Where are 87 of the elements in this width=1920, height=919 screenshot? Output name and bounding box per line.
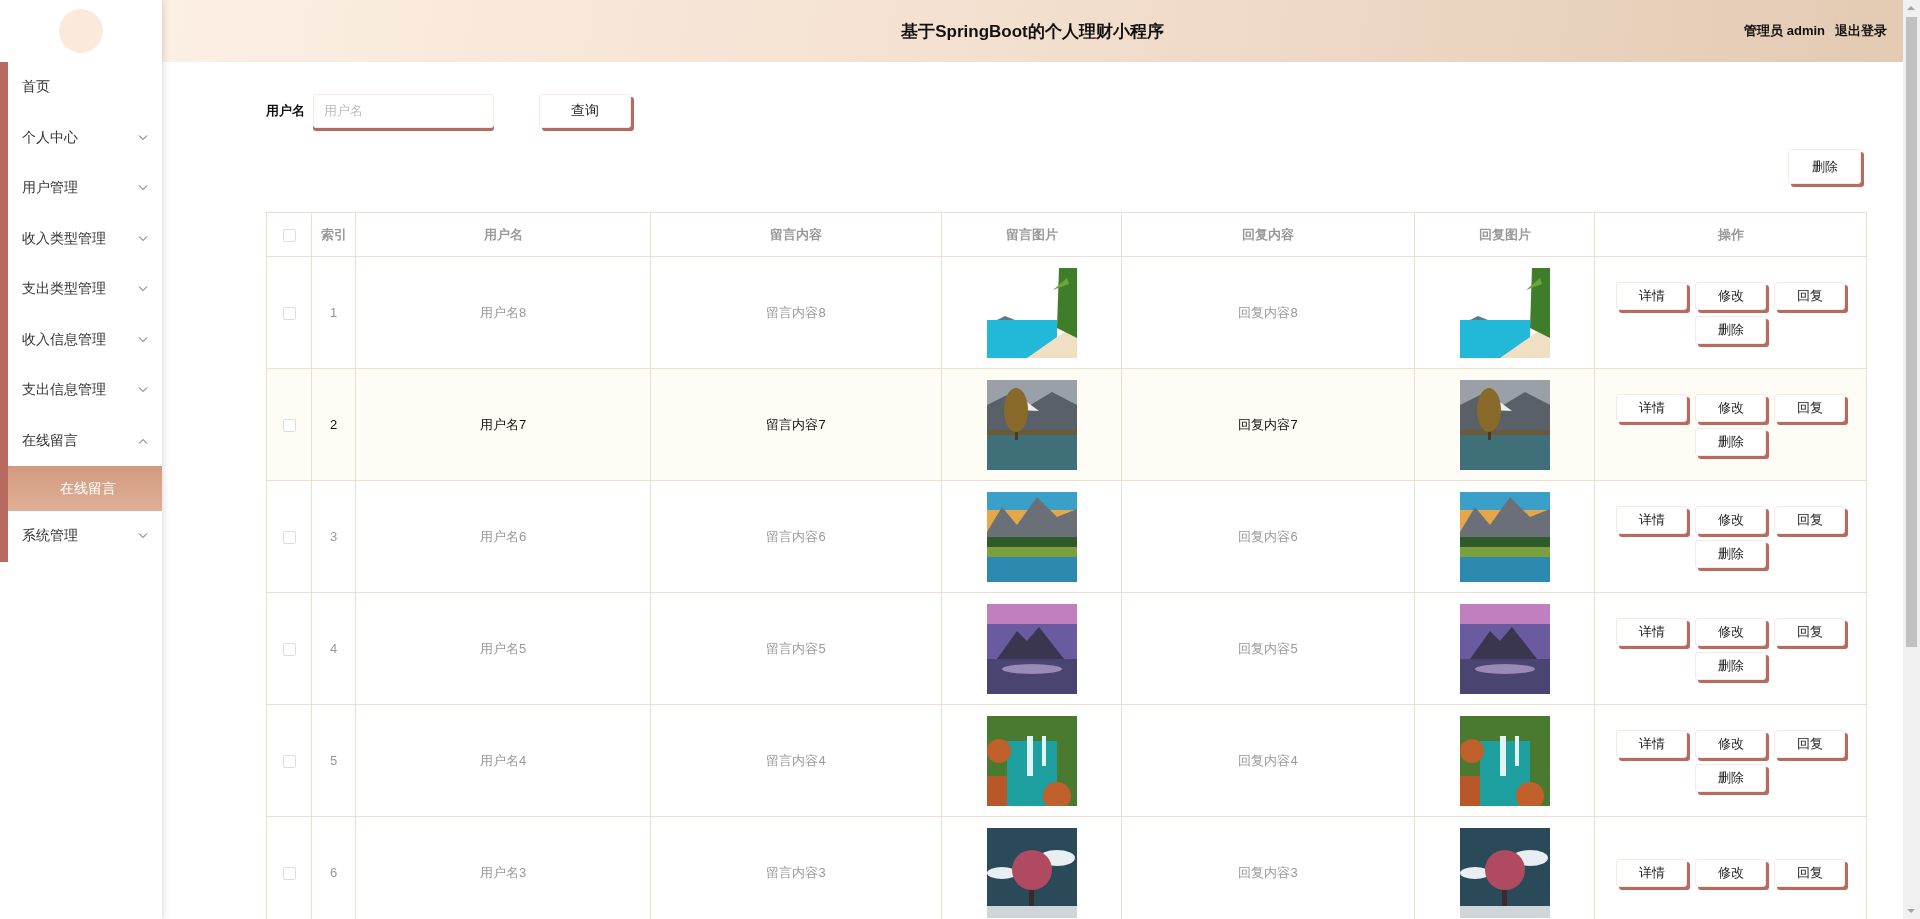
delete-button[interactable]: 删除 xyxy=(1695,315,1766,344)
user-name: 管理员 admin xyxy=(1744,22,1825,40)
sidebar-item[interactable]: 收入信息管理 xyxy=(8,314,162,365)
table-cell: 留言内容6 xyxy=(766,528,826,544)
chevron-down-icon xyxy=(138,185,148,192)
table-cell: 6 xyxy=(329,865,338,880)
table-cell: 留言内容3 xyxy=(766,864,826,880)
column-header: 操作 xyxy=(1717,226,1744,242)
checkbox[interactable] xyxy=(282,229,296,243)
chevron-down-icon xyxy=(138,235,148,242)
table-cell: 回复内容7 xyxy=(1238,416,1298,432)
table-cell: 用户名8 xyxy=(479,304,527,320)
search-field[interactable]: 用户名 xyxy=(313,93,494,128)
table-cell: 回复内容3 xyxy=(1238,864,1298,880)
sidebar-item[interactable]: 系统管理 xyxy=(8,511,162,562)
table-cell: 留言内容4 xyxy=(766,752,826,768)
reply-button[interactable]: 回复 xyxy=(1774,617,1845,646)
sidebar-item[interactable]: 用户管理 xyxy=(8,163,162,214)
sidebar-item[interactable]: 在线留言 xyxy=(8,415,162,466)
scrollbar[interactable] xyxy=(1903,0,1920,919)
sidebar-item[interactable]: 支出信息管理 xyxy=(8,365,162,416)
checkbox[interactable] xyxy=(282,531,296,545)
reply-button[interactable]: 回复 xyxy=(1774,281,1845,310)
table-cell: 用户名5 xyxy=(479,640,527,656)
table-cell: 留言内容7 xyxy=(766,416,826,432)
table-cell: 用户名7 xyxy=(479,416,527,432)
column-header: 索引 xyxy=(320,226,347,242)
chevron-down-icon xyxy=(138,533,148,540)
sidebar-item[interactable]: 支出类型管理 xyxy=(8,264,162,315)
chevron-down-icon xyxy=(138,387,148,394)
table-cell: 留言内容8 xyxy=(766,304,826,320)
chevron-up-icon xyxy=(138,437,148,444)
logout-link[interactable]: 退出登录 xyxy=(1835,22,1887,40)
details-button[interactable]: 详情 xyxy=(1616,281,1687,310)
chevron-down-icon xyxy=(138,336,148,343)
edit-button[interactable]: 修改 xyxy=(1695,617,1766,646)
search-button[interactable]: 查询 xyxy=(539,93,631,128)
table-cell: 用户名3 xyxy=(479,864,527,880)
delete-button[interactable]: 删除 xyxy=(1695,763,1766,792)
chevron-down-icon xyxy=(138,134,148,141)
reply-button[interactable]: 回复 xyxy=(1774,393,1845,422)
chevron-down-icon xyxy=(138,286,148,293)
table-cell: 2 xyxy=(329,417,338,432)
table-cell: 回复内容5 xyxy=(1238,640,1298,656)
reply-button[interactable]: 回复 xyxy=(1774,505,1845,534)
checkbox[interactable] xyxy=(282,307,296,321)
avatar xyxy=(59,9,103,53)
table-cell: 用户名6 xyxy=(479,528,527,544)
details-button[interactable]: 详情 xyxy=(1616,393,1687,422)
table-cell: 4 xyxy=(329,641,338,656)
app-title: 基于SpringBoot的个人理财小程序 xyxy=(901,21,1164,41)
checkbox[interactable] xyxy=(282,867,296,881)
edit-button[interactable]: 修改 xyxy=(1695,729,1766,758)
table-cell: 回复内容6 xyxy=(1238,528,1298,544)
table-cell: 回复内容8 xyxy=(1238,304,1298,320)
table-cell: 1 xyxy=(329,305,338,320)
edit-button[interactable]: 修改 xyxy=(1695,393,1766,422)
details-button[interactable]: 详情 xyxy=(1616,729,1687,758)
column-header: 回复图片 xyxy=(1478,226,1531,242)
table-cell: 用户名4 xyxy=(479,752,527,768)
edit-button[interactable]: 修改 xyxy=(1695,281,1766,310)
table-cell: 回复内容4 xyxy=(1238,752,1298,768)
sidebar-item[interactable]: 个人中心 xyxy=(8,112,162,163)
details-button[interactable]: 详情 xyxy=(1616,505,1687,534)
delete-button[interactable]: 删除 xyxy=(1788,149,1861,184)
details-button[interactable]: 详情 xyxy=(1616,858,1687,887)
column-header: 用户名 xyxy=(483,226,523,242)
table-cell: 留言内容5 xyxy=(766,640,826,656)
field-label: 用户名 xyxy=(266,101,305,120)
delete-button[interactable]: 删除 xyxy=(1695,427,1766,456)
checkbox[interactable] xyxy=(282,755,296,769)
column-header: 回复内容 xyxy=(1242,226,1294,242)
checkbox[interactable] xyxy=(282,419,296,433)
sidebar-item[interactable]: 收入类型管理 xyxy=(8,213,162,264)
edit-button[interactable]: 修改 xyxy=(1695,858,1766,887)
edit-button[interactable]: 修改 xyxy=(1695,505,1766,534)
reply-button[interactable]: 回复 xyxy=(1774,729,1845,758)
delete-button[interactable]: 删除 xyxy=(1695,651,1766,680)
checkbox[interactable] xyxy=(282,643,296,657)
table-cell: 3 xyxy=(329,529,338,544)
table-cell: 5 xyxy=(329,753,338,768)
delete-button[interactable]: 删除 xyxy=(1695,539,1766,568)
column-header: 留言图片 xyxy=(1005,226,1058,242)
column-header: 留言内容 xyxy=(770,226,822,242)
sidebar-item[interactable]: 首页 xyxy=(8,62,162,113)
details-button[interactable]: 详情 xyxy=(1616,617,1687,646)
reply-button[interactable]: 回复 xyxy=(1774,858,1845,887)
